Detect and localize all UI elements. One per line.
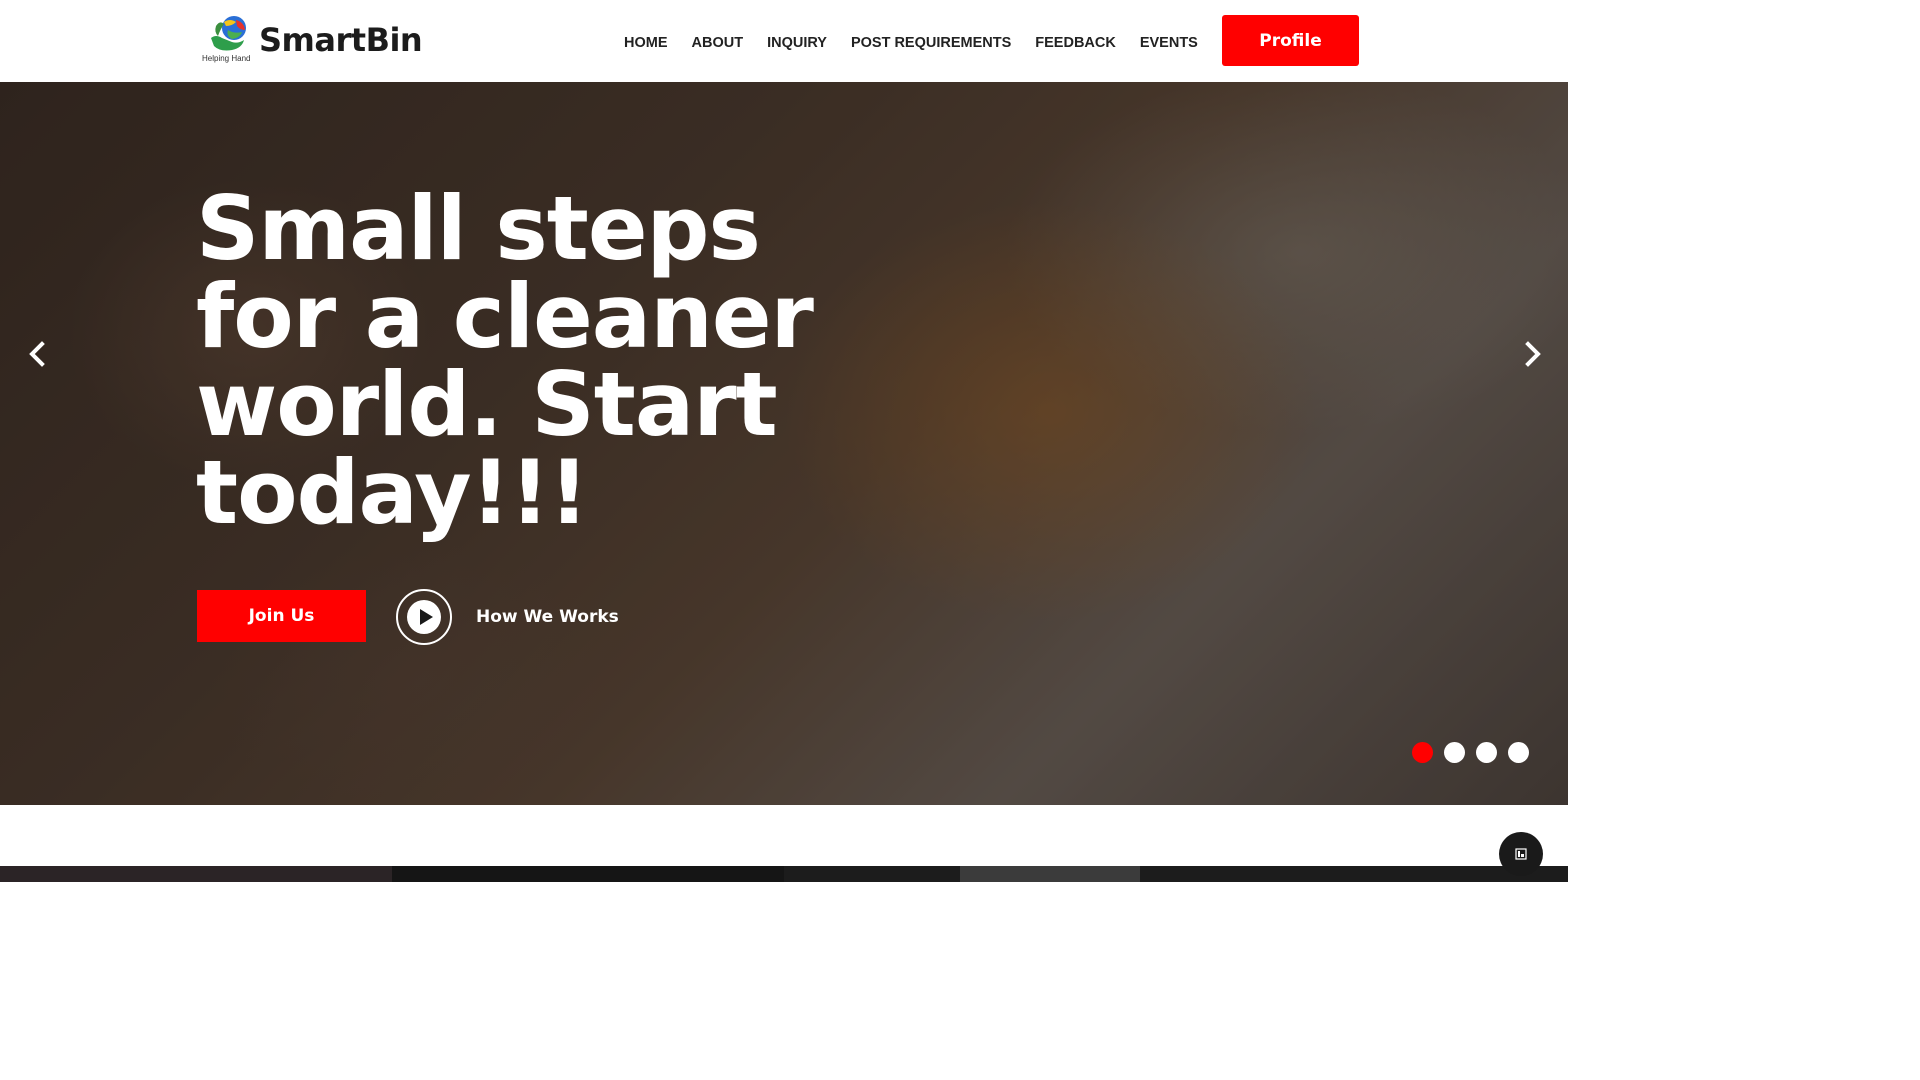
nav-item-feedback[interactable]: FEEDBACK: [1023, 32, 1128, 54]
site-logo[interactable]: Helping Hand SmartBin: [202, 12, 423, 66]
nav-item-home[interactable]: HOME: [612, 32, 680, 54]
how-we-works-link[interactable]: How We Works: [476, 607, 619, 627]
nav-item-about[interactable]: ABOUT: [680, 32, 756, 54]
hero-slider: Small steps for a cleaner world. Start t…: [0, 82, 1568, 805]
next-section-image-highlight: [960, 866, 1140, 882]
next-section-image-1: [0, 866, 392, 882]
scroll-top-icon: [1515, 848, 1527, 860]
hero-title: Small steps for a cleaner world. Start t…: [196, 177, 814, 544]
next-section-image-3: [784, 866, 1568, 882]
nav-item-inquiry[interactable]: INQUIRY: [755, 32, 839, 54]
slider-pagination: [1412, 742, 1529, 764]
scroll-top-button[interactable]: [1499, 832, 1543, 876]
nav-item-post-requirements[interactable]: POST REQUIREMENTS: [839, 32, 1023, 54]
slider-dot-1[interactable]: [1412, 742, 1433, 763]
site-header: Helping Hand SmartBin HOME ABOUT INQUIRY…: [0, 0, 1568, 82]
profile-button[interactable]: Profile: [1222, 15, 1359, 66]
play-circle: [407, 600, 441, 634]
logo-tagline: Helping Hand: [202, 54, 251, 63]
join-us-button[interactable]: Join Us: [197, 590, 366, 642]
chevron-left-icon[interactable]: [24, 340, 52, 368]
chevron-right-icon[interactable]: [1518, 340, 1546, 368]
next-section-image-2: [392, 866, 784, 882]
nav-item-events[interactable]: EVENTS: [1128, 32, 1210, 54]
play-icon: [420, 609, 433, 625]
play-video-button[interactable]: [396, 589, 452, 645]
globe-hand-logo-icon: [211, 16, 246, 51]
main-nav: HOME ABOUT INQUIRY POST REQUIREMENTS FEE…: [612, 32, 1210, 54]
slider-dot-4[interactable]: [1508, 742, 1529, 763]
slider-dot-2[interactable]: [1444, 742, 1465, 763]
slider-dot-3[interactable]: [1476, 742, 1497, 763]
logo-name: SmartBin: [259, 21, 423, 59]
